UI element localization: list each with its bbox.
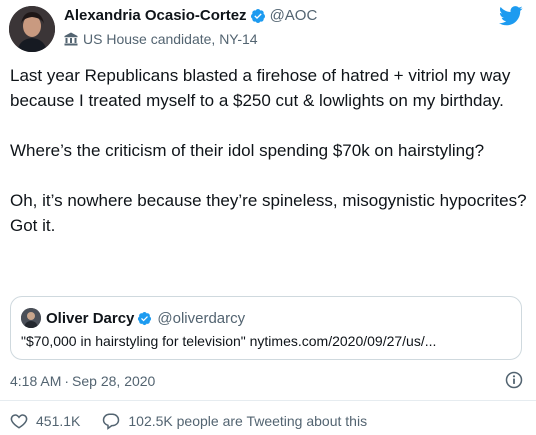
verified-badge-icon <box>138 311 152 325</box>
tweet-paragraph: Where’s the criticism of their idol spen… <box>10 141 485 160</box>
tweet-header: Alexandria Ocasio-Cortez @AOC US House c… <box>0 0 536 60</box>
heart-icon <box>10 414 28 429</box>
avatar[interactable] <box>9 6 55 52</box>
chat-bubble-icon <box>103 413 120 430</box>
quoted-text: "$70,000 in hairstyling for television" … <box>21 333 437 349</box>
tweet-actions: 451.1K 102.5K people are Tweeting about … <box>10 412 367 430</box>
tweet-time: 4:18 AM <box>10 373 62 389</box>
tweet-date: Sep 28, 2020 <box>72 373 156 389</box>
tweet-card: Alexandria Ocasio-Cortez @AOC US House c… <box>0 0 536 435</box>
tweet-paragraph: Oh, it’s nowhere because they’re spinele… <box>10 191 527 235</box>
like-button[interactable]: 451.1K <box>10 412 80 430</box>
divider <box>0 400 536 401</box>
info-icon[interactable] <box>505 371 523 389</box>
author-name-row: Alexandria Ocasio-Cortez @AOC <box>64 7 317 24</box>
meta-separator: · <box>64 373 70 389</box>
government-building-icon <box>64 32 78 46</box>
tweet-paragraph: Last year Republicans blasted a firehose… <box>10 66 511 110</box>
author-display-name[interactable]: Alexandria Ocasio-Cortez <box>64 7 247 24</box>
tweet-timestamp[interactable]: 4:18 AM · Sep 28, 2020 <box>10 373 155 389</box>
quoted-display-name: Oliver Darcy <box>46 309 135 327</box>
tweeting-about-text: 102.5K people are Tweeting about this <box>128 413 368 429</box>
author-label: US House candidate, NY-14 <box>83 31 258 47</box>
verified-badge-icon <box>250 8 265 23</box>
quoted-tweet[interactable]: Oliver Darcy @oliverdarcy "$70,000 in ha… <box>10 296 522 360</box>
twitter-bird-icon[interactable] <box>499 6 523 26</box>
quoted-author-row: Oliver Darcy @oliverdarcy <box>21 308 245 328</box>
tweet-body: Last year Republicans blasted a firehose… <box>10 63 530 238</box>
quoted-avatar <box>21 308 41 328</box>
tweeting-about-button[interactable]: 102.5K people are Tweeting about this <box>102 412 367 430</box>
like-count: 451.1K <box>36 413 81 429</box>
author-handle[interactable]: @AOC <box>270 7 318 24</box>
author-label-row: US House candidate, NY-14 <box>64 31 258 47</box>
quoted-handle: @oliverdarcy <box>157 309 246 327</box>
